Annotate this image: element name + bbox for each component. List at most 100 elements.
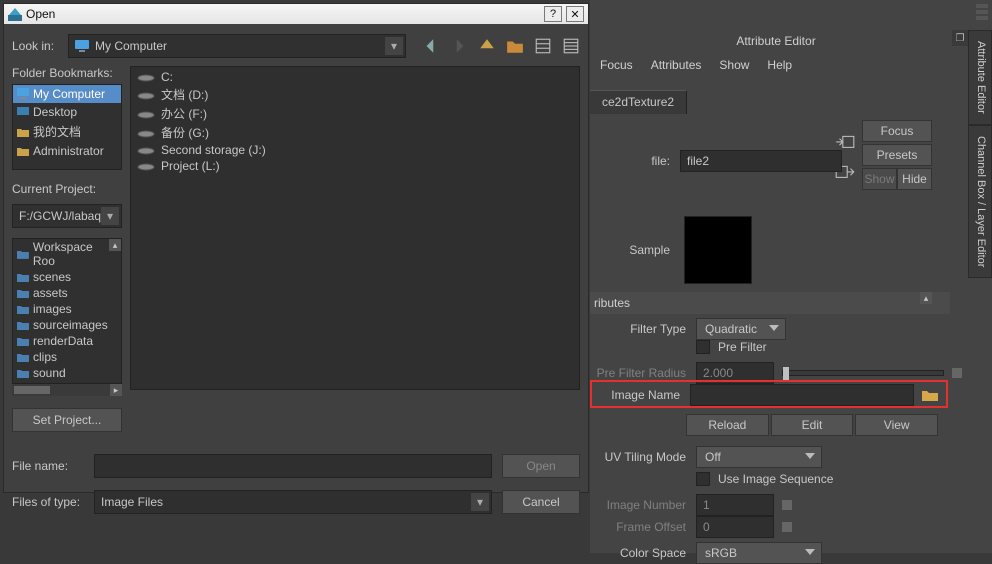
list-item[interactable]: assets: [13, 285, 121, 301]
focus-button[interactable]: Focus: [862, 120, 932, 142]
pre-filter-radius-slider[interactable]: [782, 370, 944, 376]
edit-button[interactable]: Edit: [771, 414, 854, 436]
slider-thumb[interactable]: [783, 367, 789, 381]
left-column: Folder Bookmarks: My Computer Desktop 我的…: [12, 66, 122, 432]
image-number-label: Image Number: [590, 498, 686, 512]
new-folder-icon[interactable]: [506, 37, 524, 55]
ae-right-buttons: Focus Presets Show Hide: [862, 120, 932, 190]
chevron-down-icon: [769, 325, 779, 331]
back-icon[interactable]: [422, 37, 440, 55]
reload-button[interactable]: Reload: [686, 414, 769, 436]
sample-swatch[interactable]: [684, 216, 752, 284]
chevron-down-icon: ▾: [471, 493, 489, 511]
bookmark-desktop[interactable]: Desktop: [13, 103, 121, 121]
menu-help[interactable]: Help: [767, 58, 792, 72]
detail-view-icon[interactable]: [562, 37, 580, 55]
filter-type-dropdown[interactable]: Quadratic: [696, 318, 786, 340]
list-item[interactable]: images: [13, 301, 121, 317]
show-button[interactable]: Show: [862, 168, 897, 190]
menu-show[interactable]: Show: [719, 58, 749, 72]
connection-indicator-icon[interactable]: [782, 522, 792, 532]
filetype-dropdown[interactable]: Image Files ▾: [94, 490, 492, 514]
color-space-dropdown[interactable]: sRGB: [696, 542, 822, 564]
list-item[interactable]: sound: [13, 365, 121, 381]
filename-input[interactable]: [94, 454, 492, 478]
list-item[interactable]: scenes: [13, 269, 121, 285]
help-button[interactable]: ?: [544, 6, 562, 22]
current-project-dropdown[interactable]: F:/GCWJ/labaque ▾: [12, 204, 122, 228]
list-item[interactable]: Workspace Roo: [13, 239, 121, 269]
desktop-icon: [17, 106, 29, 118]
view-button[interactable]: View: [855, 414, 938, 436]
bookmark-my-computer[interactable]: My Computer: [13, 85, 121, 103]
folder-icon: [17, 383, 29, 384]
set-project-button[interactable]: Set Project...: [12, 408, 122, 432]
workspace-list[interactable]: Workspace Roo scenes assets images sourc…: [12, 238, 122, 384]
side-tab-attribute-editor[interactable]: Attribute Editor: [968, 30, 992, 125]
image-name-input[interactable]: [690, 384, 914, 406]
drive-item[interactable]: C:: [135, 69, 575, 85]
use-image-seq-checkbox[interactable]: [696, 472, 710, 486]
node-tab[interactable]: ce2dTexture2: [590, 90, 687, 114]
color-space-row: Color Space sRGB: [590, 542, 822, 564]
list-item[interactable]: sourceimages: [13, 317, 121, 333]
dialog-titlebar[interactable]: Open ? ✕: [4, 4, 588, 24]
workspace-hscroll[interactable]: ▸: [12, 384, 122, 396]
scroll-up-icon[interactable]: ▴: [109, 239, 121, 251]
hide-button[interactable]: Hide: [897, 168, 932, 190]
chevron-down-icon: ▾: [101, 207, 119, 225]
ws-label: Workspace Roo: [33, 240, 117, 268]
drive-item[interactable]: 办公 (F:): [135, 104, 575, 123]
bookmarks-list[interactable]: My Computer Desktop 我的文档 Administrator: [12, 84, 122, 170]
dialog-bottom: File name: Open Files of type: Image Fil…: [4, 432, 588, 520]
list-item[interactable]: clips: [13, 349, 121, 365]
cancel-button[interactable]: Cancel: [502, 490, 580, 514]
menu-focus[interactable]: Focus: [600, 58, 633, 72]
section-header-attributes[interactable]: ributes: [590, 292, 950, 314]
scrollbar-thumb[interactable]: [14, 386, 50, 394]
image-number-input[interactable]: 1: [696, 494, 774, 516]
file-input[interactable]: file2: [680, 150, 842, 172]
set-project-label: Set Project...: [33, 413, 102, 427]
drive-item[interactable]: Second storage (J:): [135, 142, 575, 158]
connection-indicator-icon[interactable]: [782, 500, 792, 510]
drive-item[interactable]: Project (L:): [135, 158, 575, 174]
close-button[interactable]: ✕: [566, 6, 584, 22]
presets-button[interactable]: Presets: [862, 144, 932, 166]
up-icon[interactable]: [478, 37, 496, 55]
side-tab-channel-box[interactable]: Channel Box / Layer Editor: [968, 125, 992, 278]
bookmark-documents[interactable]: 我的文档: [13, 121, 121, 142]
list-item[interactable]: renderData: [13, 333, 121, 349]
grip-icon[interactable]: [976, 4, 988, 28]
forward-icon[interactable]: [450, 37, 468, 55]
menu-attributes[interactable]: Attributes: [651, 58, 702, 72]
ws-label: sourceimages: [33, 318, 108, 332]
pre-filter-checkbox[interactable]: [696, 340, 710, 354]
browse-folder-icon[interactable]: [922, 389, 938, 401]
filter-type-label: Filter Type: [590, 322, 686, 336]
connection-indicator-icon[interactable]: [952, 368, 962, 378]
list-view-icon[interactable]: [534, 37, 552, 55]
dialog-title: Open: [26, 7, 544, 21]
show-hide-toggle: Show Hide: [862, 168, 932, 190]
file-browser[interactable]: C: 文档 (D:) 办公 (F:) 备份 (G:) Second storag…: [130, 66, 580, 390]
uv-tiling-dropdown[interactable]: Off: [696, 446, 822, 468]
drive-item[interactable]: 备份 (G:): [135, 123, 575, 142]
lookin-dropdown[interactable]: My Computer ▾: [68, 34, 406, 58]
bookmark-administrator[interactable]: Administrator: [13, 142, 121, 160]
scroll-up-icon[interactable]: ▴: [920, 292, 932, 304]
scroll-right-icon[interactable]: ▸: [110, 384, 122, 396]
open-button[interactable]: Open: [502, 454, 580, 478]
filetype-row: Files of type: Image Files ▾ Cancel: [12, 490, 580, 514]
focus-label: Focus: [881, 124, 914, 138]
folder-icon: [17, 126, 29, 138]
list-item[interactable]: scripts: [13, 381, 121, 384]
open-dialog: Open ? ✕ Look in: My Computer ▾ Folder B…: [3, 3, 589, 493]
drive-item[interactable]: 文档 (D:): [135, 85, 575, 104]
drive-label: Second storage (J:): [161, 143, 266, 157]
panel-title-bar[interactable]: Attribute Editor: [590, 30, 962, 52]
frame-offset-input[interactable]: 0: [696, 516, 774, 538]
file-label: file:: [590, 154, 670, 168]
undock-icon[interactable]: ❐: [952, 30, 968, 46]
node-tab-label: ce2dTexture2: [602, 95, 674, 109]
